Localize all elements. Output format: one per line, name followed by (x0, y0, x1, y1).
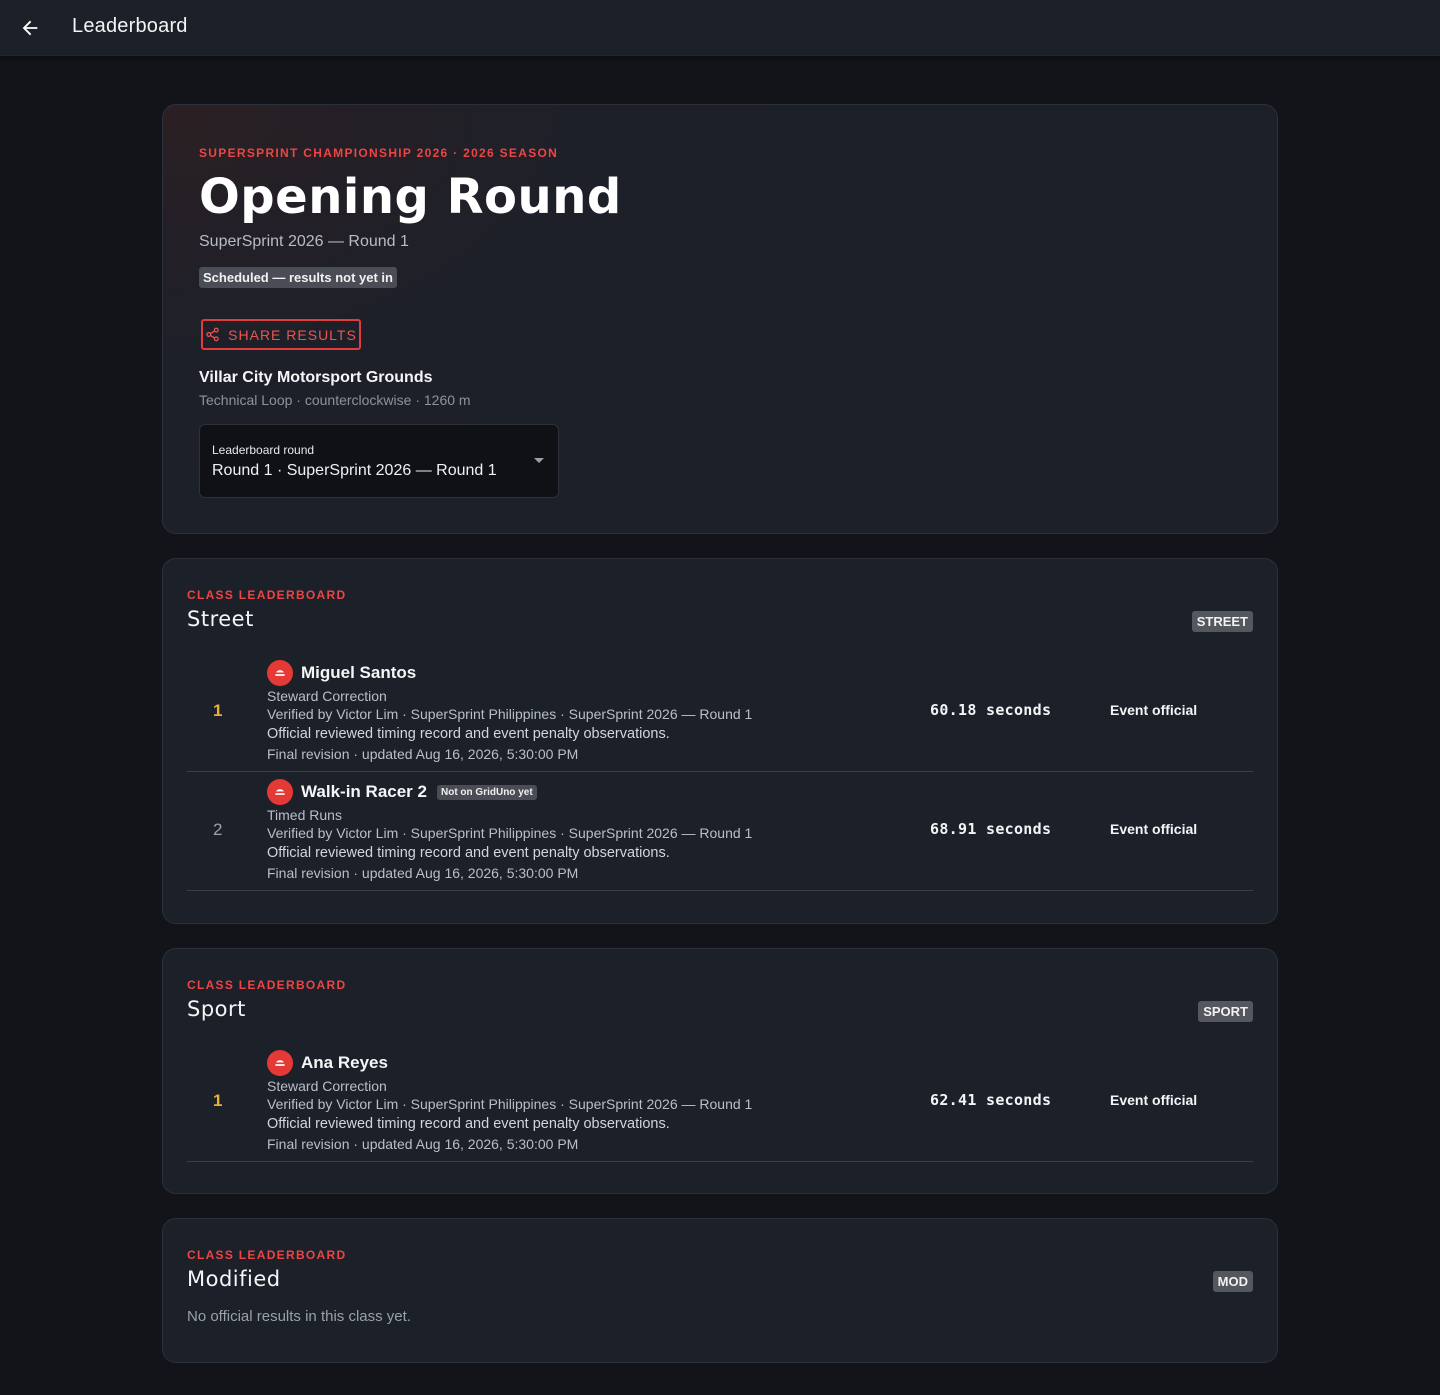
event-title: Opening Round (199, 169, 622, 225)
revision-info: Final revision · updated Aug 16, 2026, 5… (267, 746, 579, 762)
class-eyebrow: CLASS LEADERBOARD (187, 588, 347, 602)
class-eyebrow: CLASS LEADERBOARD (187, 1248, 347, 1262)
helmet-icon (267, 779, 293, 805)
share-results-button[interactable]: SHARE RESULTS (201, 319, 361, 350)
class-title: Street (187, 607, 254, 631)
result-source: Event official (1110, 702, 1198, 718)
revision-info: Final revision · updated Aug 16, 2026, 5… (267, 865, 579, 881)
helmet-icon (267, 1050, 293, 1076)
share-results-label: SHARE RESULTS (228, 326, 357, 343)
class-badge: SPORT (1198, 1001, 1253, 1022)
class-badge: MOD (1212, 1271, 1253, 1292)
result-type: Steward Correction (267, 1078, 387, 1094)
result-type: Timed Runs (267, 807, 342, 823)
result-note: Official reviewed timing record and even… (267, 1116, 670, 1132)
racer-name[interactable]: Miguel Santos (301, 663, 416, 683)
racer-name[interactable]: Ana Reyes (301, 1053, 388, 1073)
racer-name[interactable]: Walk-in Racer 2 Not on GridUno yet (301, 782, 537, 802)
status-badge: Scheduled — results not yet in (199, 267, 397, 288)
verified-by: Verified by Victor Lim · SuperSprint Phi… (267, 1096, 753, 1112)
leaderboard-list: 1 Ana Reyes Steward Correction Verified … (187, 1043, 1253, 1162)
event-hero-card: SUPERSPRINT CHAMPIONSHIP 2026 · 2026 SEA… (162, 104, 1278, 534)
class-title: Modified (187, 1267, 281, 1291)
result-type: Steward Correction (267, 688, 387, 704)
class-card-street: CLASS LEADERBOARD Street STREET 1 Miguel… (162, 558, 1278, 924)
round-select[interactable]: Leaderboard round Round 1 · SuperSprint … (199, 424, 559, 498)
class-card-sport: CLASS LEADERBOARD Sport SPORT 1 Ana Reye… (162, 948, 1278, 1194)
verified-by: Verified by Victor Lim · SuperSprint Phi… (267, 706, 753, 722)
not-registered-badge: Not on GridUno yet (436, 785, 537, 800)
leaderboard-row[interactable]: 1 Miguel Santos Steward Correction Verif… (187, 653, 1253, 772)
rank: 2 (213, 820, 223, 839)
class-title: Sport (187, 997, 246, 1021)
share-icon (206, 327, 219, 342)
championship-eyebrow: SUPERSPRINT CHAMPIONSHIP 2026 · 2026 SEA… (199, 146, 559, 160)
helmet-icon (267, 660, 293, 686)
class-badge: STREET (1191, 611, 1253, 632)
leaderboard-row[interactable]: 2 Walk-in Racer 2 Not on GridUno yet Time… (187, 772, 1253, 891)
result-source: Event official (1110, 821, 1198, 837)
result-time: 60.18 seconds (930, 701, 1052, 719)
result-source: Event official (1110, 1092, 1198, 1108)
rank: 1 (213, 1091, 223, 1110)
verified-by: Verified by Victor Lim · SuperSprint Phi… (267, 825, 753, 841)
page-title: Leaderboard (72, 15, 188, 37)
leaderboard-row[interactable]: 1 Ana Reyes Steward Correction Verified … (187, 1043, 1253, 1162)
racer-name-text: Walk-in Racer 2 (301, 782, 427, 801)
result-note: Official reviewed timing record and even… (267, 845, 670, 861)
venue-name: Villar City Motorsport Grounds (199, 369, 433, 386)
class-eyebrow: CLASS LEADERBOARD (187, 978, 347, 992)
round-select-label: Leaderboard round (212, 443, 315, 457)
racer-name-text: Ana Reyes (301, 1053, 388, 1072)
dropdown-arrow-icon (534, 458, 544, 463)
event-subtitle: SuperSprint 2026 — Round 1 (199, 233, 409, 250)
class-card-modified: CLASS LEADERBOARD Modified MOD No offici… (162, 1218, 1278, 1363)
empty-state-text: No official results in this class yet. (187, 1308, 411, 1325)
round-select-value: Round 1 · SuperSprint 2026 — Round 1 (212, 462, 497, 479)
app-bar: Leaderboard (0, 0, 1440, 56)
result-time: 62.41 seconds (930, 1091, 1052, 1109)
venue-detail: Technical Loop · counterclockwise · 1260… (199, 392, 471, 408)
racer-name-text: Miguel Santos (301, 663, 417, 682)
back-button[interactable] (12, 10, 48, 46)
arrow-left-icon (22, 20, 38, 36)
leaderboard-list: 1 Miguel Santos Steward Correction Verif… (187, 653, 1253, 891)
revision-info: Final revision · updated Aug 16, 2026, 5… (267, 1136, 579, 1152)
result-note: Official reviewed timing record and even… (267, 726, 670, 742)
rank: 1 (213, 701, 223, 720)
result-time: 68.91 seconds (930, 820, 1052, 838)
